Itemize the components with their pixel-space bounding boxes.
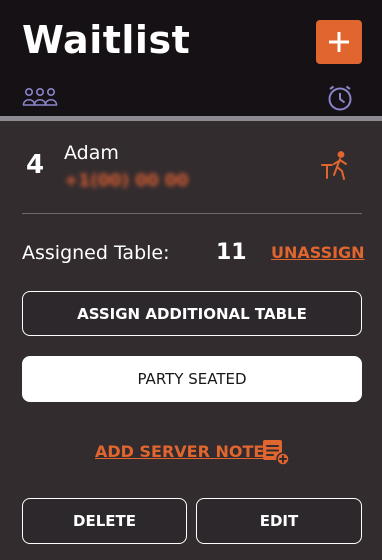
- section-divider: [22, 213, 362, 214]
- clock-icon: [328, 85, 352, 111]
- note-add-icon: [263, 440, 290, 466]
- app-header: Waitlist: [0, 0, 382, 116]
- assigned-table-number: 11: [216, 240, 247, 265]
- party-seated-button[interactable]: PARTY SEATED: [22, 356, 362, 402]
- guest-name: Adam: [64, 142, 119, 164]
- add-server-note-link[interactable]: ADD SERVER NOTE: [95, 441, 264, 463]
- add-server-note-icon-button[interactable]: [262, 438, 290, 470]
- delete-button[interactable]: DELETE: [22, 498, 187, 544]
- assign-additional-table-button[interactable]: ASSIGN ADDITIONAL TABLE: [22, 291, 362, 336]
- add-entry-button[interactable]: [316, 20, 362, 64]
- table-walk-in-icon: [321, 151, 347, 180]
- seating-status[interactable]: [320, 150, 352, 186]
- plus-icon: [329, 32, 349, 52]
- unassign-link[interactable]: UNASSIGN: [271, 242, 365, 264]
- assigned-table-label: Assigned Table:: [22, 242, 170, 264]
- guests-icon: [22, 87, 58, 106]
- guest-phone-number: +1(00) 00 00: [64, 171, 189, 191]
- edit-button[interactable]: EDIT: [196, 498, 362, 544]
- tab-waitlist-clock[interactable]: [326, 84, 354, 116]
- header-divider: [0, 116, 382, 121]
- tab-guests[interactable]: [22, 86, 58, 112]
- party-size: 4: [26, 150, 45, 180]
- page-title: Waitlist: [22, 18, 191, 62]
- guest-phone[interactable]: +1(00) 00 00: [64, 170, 188, 192]
